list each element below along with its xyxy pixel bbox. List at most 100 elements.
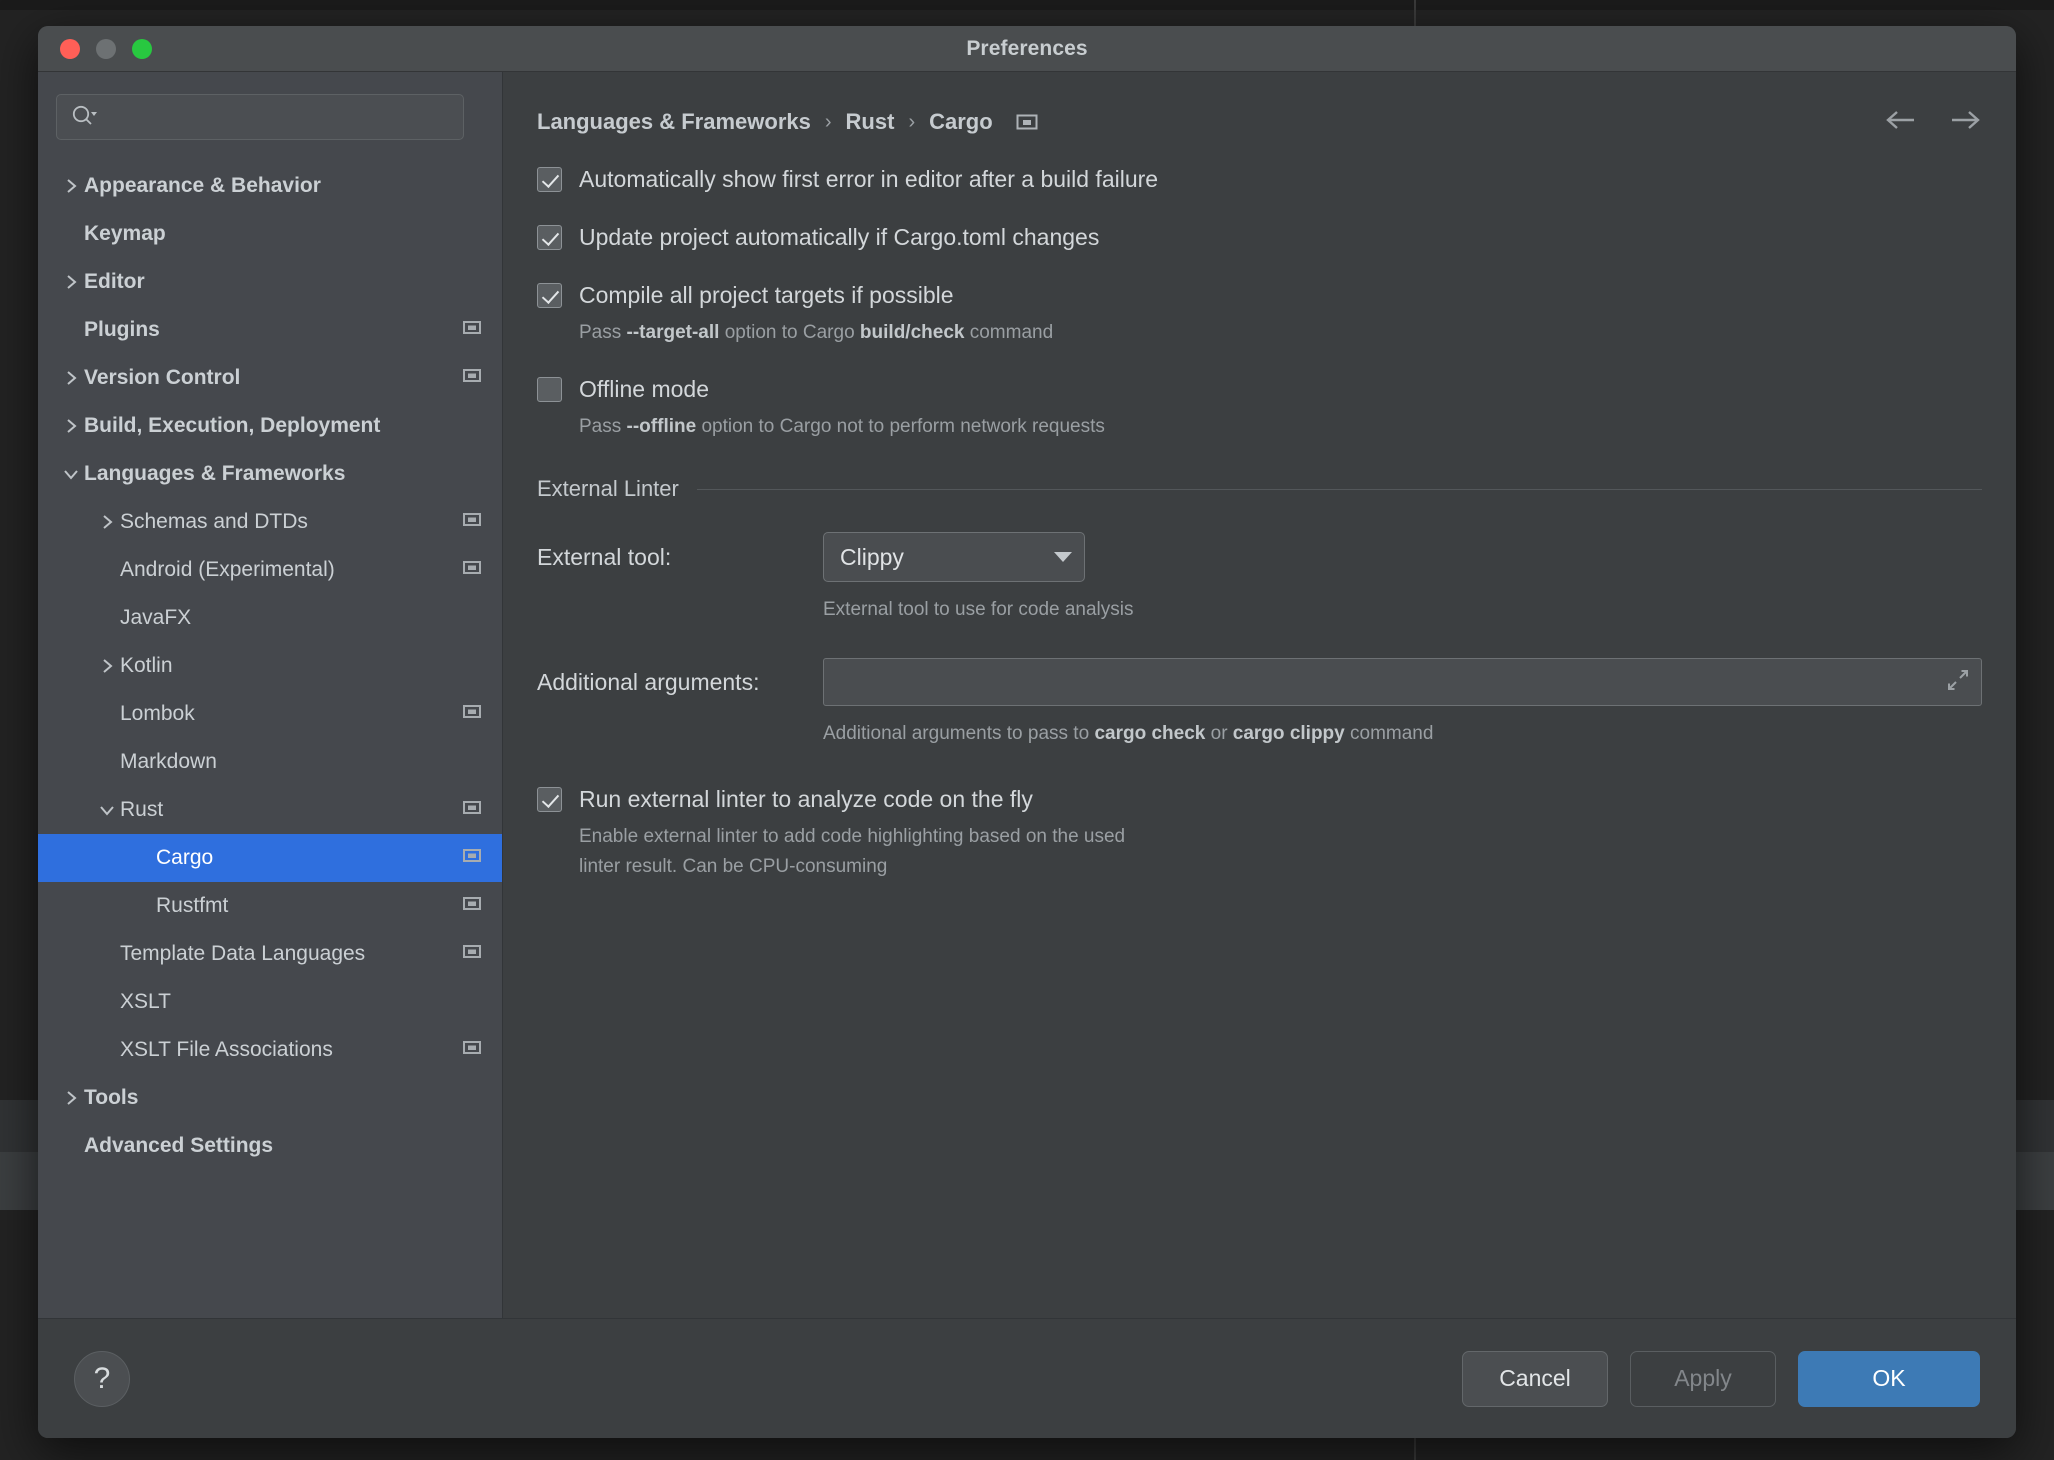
sidebar-item-javafx[interactable]: JavaFX: [38, 594, 502, 642]
breadcrumb-item-0[interactable]: Languages & Frameworks: [537, 109, 811, 135]
sidebar-item-tools[interactable]: Tools: [38, 1074, 502, 1122]
checkbox-hint-offline-mode: Pass --offline option to Cargo not to pe…: [579, 412, 1982, 442]
chevron-right-icon[interactable]: [58, 1089, 84, 1107]
spacer: [537, 748, 1982, 782]
checkbox-row-update-project-automatically[interactable]: Update project automatically if Cargo.to…: [537, 220, 1982, 254]
checkbox-row-run-external-linter[interactable]: Run external linter to analyze code on t…: [537, 782, 1982, 816]
additional-arguments-field[interactable]: [823, 658, 1982, 706]
checkbox-row-offline-mode[interactable]: Offline mode: [537, 372, 1982, 406]
arrow-left-icon[interactable]: [1884, 108, 1918, 137]
chevron-right-icon[interactable]: [58, 273, 84, 291]
sidebar-item-lombok[interactable]: Lombok: [38, 690, 502, 738]
hint-text: option to Cargo not to perform network r…: [696, 416, 1105, 437]
sidebar-item-label: Tools: [84, 1086, 138, 1110]
checkbox-offline-mode[interactable]: [537, 377, 562, 402]
sidebar-item-label: Rust: [120, 798, 163, 822]
hint-text: option to Cargo: [719, 322, 859, 343]
window-controls: [60, 39, 152, 59]
project-scope-icon: [462, 702, 482, 727]
sidebar-item-label: Schemas and DTDs: [120, 510, 308, 534]
checkbox-row-auto-show-first-error[interactable]: Automatically show first error in editor…: [537, 162, 1982, 196]
expand-arrows-icon[interactable]: [1945, 667, 1971, 698]
checkbox-compile-all-targets[interactable]: [537, 283, 562, 308]
chevron-down-icon: [1054, 552, 1072, 562]
sidebar-item-label: Keymap: [84, 222, 166, 246]
sidebar-item-advanced-settings[interactable]: Advanced Settings: [38, 1122, 502, 1170]
project-scope-icon: [462, 1038, 482, 1063]
section-external-linter: External Linter: [537, 476, 1982, 502]
dialog-footer: ? Cancel Apply OK: [38, 1318, 2016, 1438]
help-button[interactable]: ?: [74, 1351, 130, 1407]
hint-text: Additional arguments to pass to: [823, 723, 1094, 744]
apply-button[interactable]: Apply: [1630, 1351, 1776, 1407]
sidebar-item-appearance-behavior[interactable]: Appearance & Behavior: [38, 162, 502, 210]
sidebar-item-editor[interactable]: Editor: [38, 258, 502, 306]
checkbox-run-external-linter[interactable]: [537, 787, 562, 812]
search-box[interactable]: [56, 94, 464, 140]
sidebar-item-schemas-and-dtds[interactable]: Schemas and DTDs: [38, 498, 502, 546]
chevron-right-icon[interactable]: [94, 657, 120, 675]
minimize-window-button[interactable]: [96, 39, 116, 59]
chevron-right-icon[interactable]: [58, 177, 84, 195]
zoom-window-button[interactable]: [132, 39, 152, 59]
close-window-button[interactable]: [60, 39, 80, 59]
sidebar-item-rustfmt[interactable]: Rustfmt: [38, 882, 502, 930]
no-arrow-spacer: [94, 561, 120, 579]
spacer: [537, 624, 1982, 658]
title-bar: Preferences: [38, 26, 2016, 72]
hint-text: command: [1345, 723, 1434, 744]
hint-bold: cargo clippy: [1233, 723, 1345, 744]
arrow-right-icon[interactable]: [1948, 108, 1982, 137]
checkbox-auto-show-first-error[interactable]: [537, 167, 562, 192]
external-tool-row: External tool: Clippy: [537, 532, 1982, 582]
additional-arguments-input[interactable]: [838, 670, 1945, 694]
checkbox-row-compile-all-targets[interactable]: Compile all project targets if possible: [537, 278, 1982, 312]
no-arrow-spacer: [94, 945, 120, 963]
project-scope-icon: [462, 894, 482, 919]
chevron-down-icon[interactable]: [58, 465, 84, 483]
sidebar-item-plugins[interactable]: Plugins: [38, 306, 502, 354]
hint-bold: build/check: [860, 322, 965, 343]
sidebar-item-label: Kotlin: [120, 654, 173, 678]
window-title: Preferences: [38, 37, 2016, 61]
backdrop-strip-top: [0, 0, 2054, 10]
breadcrumb-separator: ›: [825, 111, 832, 134]
sidebar-item-xslt[interactable]: XSLT: [38, 978, 502, 1026]
section-title: External Linter: [537, 476, 679, 502]
chevron-down-icon[interactable]: [94, 801, 120, 819]
search-input[interactable]: [97, 107, 463, 127]
external-tool-hint: External tool to use for code analysis: [823, 596, 1982, 624]
project-scope-icon: [462, 558, 482, 583]
no-arrow-spacer: [94, 609, 120, 627]
breadcrumb-separator: ›: [908, 111, 915, 134]
project-scope-icon: [462, 942, 482, 967]
sidebar-item-android-experimental[interactable]: Android (Experimental): [38, 546, 502, 594]
hint-text: or: [1205, 723, 1232, 744]
settings-content: Languages & Frameworks › Rust › Cargo: [503, 72, 2016, 1318]
chevron-right-icon[interactable]: [94, 513, 120, 531]
checkbox-update-project-automatically[interactable]: [537, 225, 562, 250]
sidebar-item-version-control[interactable]: Version Control: [38, 354, 502, 402]
sidebar-item-label: Cargo: [156, 846, 213, 870]
dialog-body: Appearance & Behavior Keymap Editor Plugins…: [38, 72, 2016, 1318]
cancel-button[interactable]: Cancel: [1462, 1351, 1608, 1407]
sidebar-item-markdown[interactable]: Markdown: [38, 738, 502, 786]
sidebar-item-label: Appearance & Behavior: [84, 174, 321, 198]
sidebar-item-keymap[interactable]: Keymap: [38, 210, 502, 258]
breadcrumb-item-1[interactable]: Rust: [846, 109, 895, 135]
sidebar-item-cargo[interactable]: Cargo: [38, 834, 502, 882]
sidebar-item-languages-frameworks[interactable]: Languages & Frameworks: [38, 450, 502, 498]
sidebar-item-template-data-languages[interactable]: Template Data Languages: [38, 930, 502, 978]
chevron-right-icon[interactable]: [58, 417, 84, 435]
sidebar-item-kotlin[interactable]: Kotlin: [38, 642, 502, 690]
sidebar-item-build-execution-deployment[interactable]: Build, Execution, Deployment: [38, 402, 502, 450]
external-tool-select[interactable]: Clippy: [823, 532, 1085, 582]
sidebar-item-rust[interactable]: Rust: [38, 786, 502, 834]
sidebar-item-xslt-file-associations[interactable]: XSLT File Associations: [38, 1026, 502, 1074]
hint-bold: cargo check: [1094, 723, 1205, 744]
sidebar-item-label: Plugins: [84, 318, 160, 342]
chevron-right-icon[interactable]: [58, 369, 84, 387]
ok-button[interactable]: OK: [1798, 1351, 1980, 1407]
project-scope-icon[interactable]: [1015, 110, 1039, 134]
section-divider: [697, 489, 1982, 490]
